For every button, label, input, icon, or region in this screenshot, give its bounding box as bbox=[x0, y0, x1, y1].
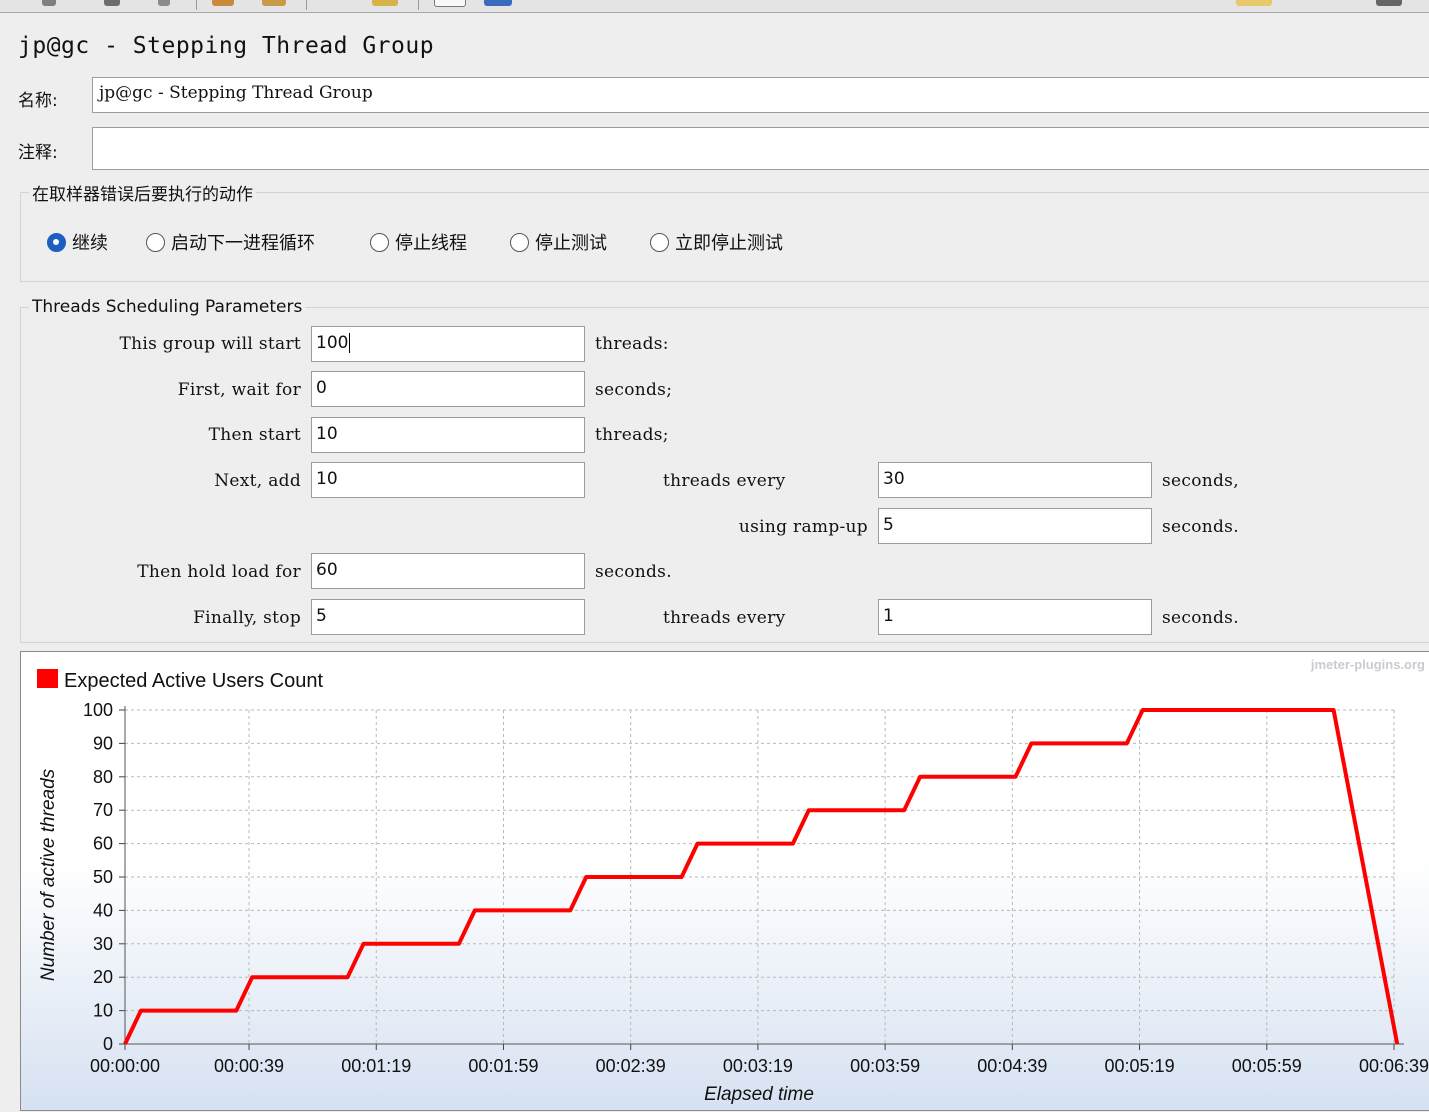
next-add-field[interactable]: 10 bbox=[311, 462, 585, 498]
x-tick-label: 00:03:59 bbox=[850, 1056, 920, 1076]
name-field[interactable]: jp@gc - Stepping Thread Group bbox=[92, 77, 1429, 113]
toolbar-icon[interactable] bbox=[158, 0, 170, 6]
radio-label: 立即停止测试 bbox=[675, 233, 783, 254]
radio-label: 继续 bbox=[72, 233, 108, 254]
x-tick-label: 00:04:39 bbox=[977, 1056, 1047, 1076]
toolbar-icon[interactable] bbox=[1236, 0, 1272, 6]
expected-users-chart: jmeter-plugins.org Expected Active Users… bbox=[20, 651, 1429, 1111]
radio-continue[interactable]: 继续 bbox=[47, 230, 108, 254]
radio-icon bbox=[650, 232, 669, 252]
y-tick-label: 70 bbox=[93, 800, 113, 820]
toolbar-icon[interactable] bbox=[434, 0, 466, 7]
radio-stop-test-now[interactable]: 立即停止测试 bbox=[650, 230, 783, 254]
x-tick-label: 00:00:00 bbox=[90, 1056, 160, 1076]
radio-stop-test[interactable]: 停止测试 bbox=[510, 230, 607, 254]
radio-icon bbox=[510, 232, 529, 252]
y-tick-label: 10 bbox=[93, 1001, 113, 1021]
error-action-legend: 在取样器错误后要执行的动作 bbox=[32, 185, 253, 205]
rampup-unit: seconds. bbox=[1162, 517, 1239, 537]
radio-icon bbox=[370, 232, 389, 252]
x-tick-label: 00:03:19 bbox=[723, 1056, 793, 1076]
x-tick-label: 00:01:19 bbox=[341, 1056, 411, 1076]
then-start-field[interactable]: 10 bbox=[311, 417, 585, 453]
x-tick-label: 00:00:39 bbox=[214, 1056, 284, 1076]
x-tick-label: 00:05:59 bbox=[1232, 1056, 1302, 1076]
x-tick-label: 00:01:59 bbox=[468, 1056, 538, 1076]
y-tick-label: 20 bbox=[93, 967, 113, 987]
legend-swatch bbox=[37, 669, 58, 688]
radio-selected-icon bbox=[47, 232, 66, 252]
y-tick-label: 0 bbox=[103, 1034, 113, 1054]
stop-every-field[interactable]: 1 bbox=[878, 599, 1152, 635]
y-axis-label: Number of active threads bbox=[38, 768, 59, 981]
next-add-every-field[interactable]: 30 bbox=[878, 462, 1152, 498]
toolbar-icon[interactable] bbox=[42, 0, 56, 6]
hold-field[interactable]: 60 bbox=[311, 553, 585, 589]
y-tick-label: 60 bbox=[93, 834, 113, 854]
x-axis-label: Elapsed time bbox=[704, 1084, 814, 1105]
toolbar-icon[interactable] bbox=[1376, 0, 1402, 6]
start-unit: threads: bbox=[595, 334, 669, 354]
y-tick-label: 40 bbox=[93, 900, 113, 920]
radio-icon bbox=[146, 232, 165, 252]
x-tick-label: 00:06:39 bbox=[1359, 1056, 1429, 1076]
chart-canvas: jmeter-plugins.org Expected Active Users… bbox=[37, 657, 1429, 1105]
toolbar-icon[interactable] bbox=[484, 0, 512, 6]
radio-label: 停止测试 bbox=[535, 233, 607, 254]
threads-every-label: threads every bbox=[663, 471, 786, 491]
toolbar-icon[interactable] bbox=[212, 0, 234, 6]
radio-label: 停止线程 bbox=[395, 233, 467, 254]
next-add-unit: seconds, bbox=[1162, 471, 1239, 491]
legend-label: Expected Active Users Count bbox=[64, 670, 323, 692]
page-title: jp@gc - Stepping Thread Group bbox=[18, 33, 435, 59]
stop-every-label: threads every bbox=[663, 608, 786, 628]
rampup-label: using ramp-up bbox=[738, 517, 868, 537]
name-label: 名称: bbox=[18, 91, 58, 111]
y-tick-label: 90 bbox=[93, 733, 113, 753]
radio-start-next-loop[interactable]: 启动下一进程循环 bbox=[146, 230, 315, 254]
then-start-label: Then start bbox=[208, 425, 301, 445]
toolbar-icon[interactable] bbox=[104, 0, 120, 6]
watermark: jmeter-plugins.org bbox=[1310, 657, 1425, 672]
toolbar bbox=[0, 0, 1429, 13]
comment-field[interactable] bbox=[92, 127, 1429, 170]
x-tick-label: 00:02:39 bbox=[596, 1056, 666, 1076]
radio-stop-thread[interactable]: 停止线程 bbox=[370, 230, 467, 254]
y-tick-label: 100 bbox=[83, 700, 113, 720]
stop-threads-field[interactable]: 5 bbox=[311, 599, 585, 635]
hold-unit: seconds. bbox=[595, 562, 672, 582]
rampup-field[interactable]: 5 bbox=[878, 508, 1152, 544]
x-tick-label: 00:05:19 bbox=[1105, 1056, 1175, 1076]
wait-seconds-field[interactable]: 0 bbox=[311, 371, 585, 407]
y-tick-label: 30 bbox=[93, 934, 113, 954]
stop-label: Finally, stop bbox=[193, 608, 301, 628]
start-label: This group will start bbox=[119, 334, 301, 354]
radio-label: 启动下一进程循环 bbox=[171, 233, 315, 254]
scheduling-legend: Threads Scheduling Parameters bbox=[32, 297, 303, 317]
toolbar-icon[interactable] bbox=[262, 0, 286, 6]
comment-label: 注释: bbox=[18, 143, 58, 163]
y-tick-label: 80 bbox=[93, 767, 113, 787]
next-add-label: Next, add bbox=[214, 471, 301, 491]
wait-label: First, wait for bbox=[177, 380, 301, 400]
then-start-unit: threads; bbox=[595, 425, 669, 445]
hold-label: Then hold load for bbox=[137, 562, 301, 582]
toolbar-icon[interactable] bbox=[372, 0, 398, 6]
wait-unit: seconds; bbox=[595, 380, 673, 400]
y-tick-label: 50 bbox=[93, 867, 113, 887]
start-threads-field[interactable]: 100 bbox=[311, 326, 585, 362]
stop-unit: seconds. bbox=[1162, 608, 1239, 628]
